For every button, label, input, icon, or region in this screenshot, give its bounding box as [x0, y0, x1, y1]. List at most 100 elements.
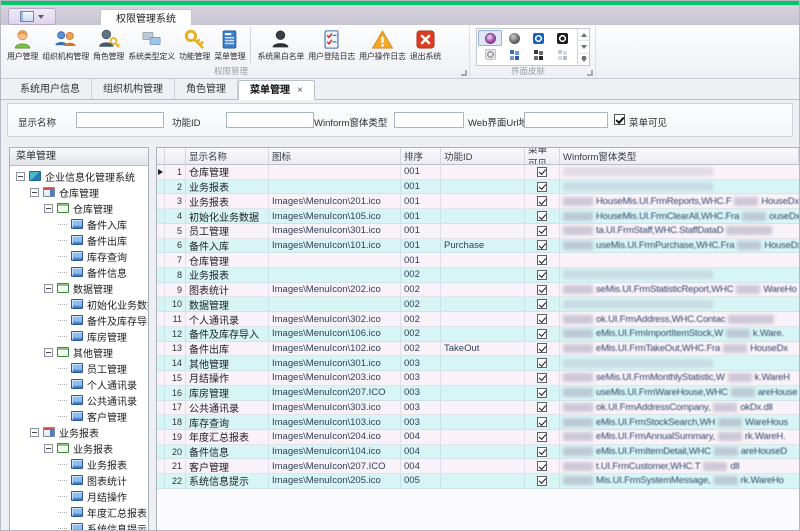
cell-icon-path[interactable]: Images\MenuIcon\207.ICO [269, 385, 401, 400]
cell-sort-order[interactable]: 001 [401, 223, 441, 238]
cell-sort-order[interactable]: 005 [401, 474, 441, 488]
cell-winform-type[interactable] [560, 253, 799, 267]
cell-icon-path[interactable] [269, 179, 401, 194]
tree-node[interactable]: 仓库管理 [10, 200, 148, 216]
cell-display-name[interactable]: 库房管理 [186, 385, 269, 400]
cell-function-id[interactable] [441, 268, 525, 282]
cell-display-name[interactable]: 业务报表 [186, 179, 269, 194]
tree-node[interactable]: 个人通讯录 [10, 376, 148, 392]
cell-winform-type[interactable]: eMis.UI.FrmImportItemStock,W k.Ware. [560, 327, 799, 341]
cell-winform-type[interactable]: HouseMis.UI.FrmClearAll,WHC.Fra ouseDx.d [560, 209, 799, 223]
table-row[interactable]: 2 业务报表 001 [157, 179, 799, 195]
cell-winform-type[interactable] [560, 180, 799, 194]
table-row[interactable]: 9 图表统计 Images\MenuIcon\202.ico 002 seMis… [157, 282, 799, 298]
cell-winform-type[interactable]: eMis.UI.FrmItemDetail,WHC areHouseD [560, 445, 799, 459]
cell-winform-type[interactable]: useMis.UI.FrmWareHouse,WHC areHouse [560, 386, 799, 400]
tree-node[interactable]: 业务报表 [10, 456, 148, 472]
cell-function-id[interactable] [441, 282, 525, 297]
tree-expander-icon[interactable] [16, 171, 25, 181]
ribbon-button[interactable]: 角色管理 [91, 27, 126, 63]
cell-function-id[interactable] [441, 253, 525, 268]
cell-winform-type[interactable] [560, 356, 799, 370]
cell-function-id[interactable] [441, 297, 525, 312]
menu-visible-row-checkbox[interactable] [537, 387, 547, 398]
tree-node[interactable]: 年度汇总报表 [10, 504, 148, 520]
cell-winform-type[interactable]: eMis.UI.FrmStockSearch,WH WareHous [560, 415, 799, 429]
cell-display-name[interactable]: 员工管理 [186, 223, 269, 238]
cell-function-id[interactable] [441, 385, 525, 400]
tree-expander-icon[interactable] [58, 463, 67, 465]
cell-sort-order[interactable]: 001 [401, 179, 441, 194]
ribbon-button[interactable]: 系统黑白名单 [250, 27, 306, 63]
cell-function-id[interactable] [441, 356, 525, 371]
document-tab[interactable]: 系统用户信息 [9, 79, 92, 99]
cell-winform-type[interactable] [560, 165, 799, 179]
cell-sort-order[interactable]: 002 [401, 282, 441, 297]
tree-expander-icon[interactable] [58, 239, 67, 241]
menu-visible-checkbox[interactable] [614, 114, 625, 125]
cell-icon-path[interactable]: Images\MenuIcon\204.ico [269, 429, 401, 444]
skin-swatch[interactable] [502, 46, 526, 62]
table-row[interactable]: 8 业务报表 002 [157, 268, 799, 283]
cell-icon-path[interactable]: Images\MenuIcon\202.ico [269, 282, 401, 297]
cell-sort-order[interactable]: 001 [401, 253, 441, 268]
cell-icon-path[interactable]: Images\MenuIcon\301.ico [269, 223, 401, 238]
cell-function-id[interactable] [441, 429, 525, 444]
cell-winform-type[interactable]: eMis.UI.FrmAnnualSummary, rk.WareH. [560, 430, 799, 444]
tree-node[interactable]: 业务报表 [10, 440, 148, 456]
cell-function-id[interactable] [441, 400, 525, 415]
dialog-launcher-icon[interactable] [461, 70, 467, 76]
tree-expander-icon[interactable] [30, 187, 39, 197]
tree-node[interactable]: 图表统计 [10, 472, 148, 488]
cell-winform-type[interactable] [560, 297, 799, 311]
tree-expander-icon[interactable] [58, 383, 67, 385]
cell-function-id[interactable] [441, 459, 525, 474]
cell-function-id[interactable] [441, 474, 525, 488]
menu-visible-row-checkbox[interactable] [537, 461, 547, 472]
cell-icon-path[interactable] [269, 165, 401, 179]
tree-node[interactable]: 月结操作 [10, 488, 148, 504]
tree-node[interactable]: 备件及库存导入 [10, 312, 148, 328]
tree-node[interactable]: 客户管理 [10, 408, 148, 424]
cell-icon-path[interactable]: Images\MenuIcon\103.ico [269, 415, 401, 429]
table-row[interactable]: 13 备件出库 Images\MenuIcon\102.ico 002 Take… [157, 341, 799, 357]
web-url-input[interactable] [524, 112, 608, 128]
table-row[interactable]: 4 初始化业务数据 Images\MenuIcon\105.ico 001 Ho… [157, 209, 799, 224]
menu-visible-row-checkbox[interactable] [537, 372, 547, 383]
tree-expander-icon[interactable] [58, 255, 67, 257]
ribbon-button[interactable]: 用户操作日志 [357, 27, 408, 63]
cell-display-name[interactable]: 年度汇总报表 [186, 429, 269, 444]
cell-sort-order[interactable]: 002 [401, 326, 441, 341]
function-id-input[interactable] [226, 112, 314, 128]
cell-sort-order[interactable]: 004 [401, 429, 441, 444]
quick-access-toolbar[interactable] [8, 8, 56, 25]
cell-function-id[interactable] [441, 371, 525, 385]
cell-icon-path[interactable] [269, 297, 401, 312]
table-row[interactable]: 21 客户管理 Images\MenuIcon\207.ICO 004 t.UI… [157, 459, 799, 475]
menu-visible-row-checkbox[interactable] [537, 402, 547, 413]
ribbon-button[interactable]: 功能管理 [177, 27, 212, 63]
menu-visible-row-checkbox[interactable] [537, 211, 547, 222]
table-row[interactable]: 6 备件入库 Images\MenuIcon\101.ico 001 Purch… [157, 238, 799, 254]
cell-display-name[interactable]: 系统信息提示 [186, 474, 269, 488]
cell-winform-type[interactable]: seMis.UI.FrmMonthlyStatistic,W k.WareH [560, 371, 799, 385]
menu-visible-row-checkbox[interactable] [537, 328, 547, 339]
tree-node[interactable]: 业务报表 [10, 424, 148, 440]
tree-node[interactable]: 备件入库 [10, 216, 148, 232]
tree-expander-icon[interactable] [44, 347, 53, 357]
cell-display-name[interactable]: 图表统计 [186, 282, 269, 297]
cell-display-name[interactable]: 月结操作 [186, 371, 269, 385]
tree-node[interactable]: 数据管理 [10, 280, 148, 296]
table-row[interactable]: 20 备件信息 Images\MenuIcon\104.ico 004 eMis… [157, 444, 799, 460]
cell-display-name[interactable]: 业务报表 [186, 268, 269, 282]
table-row[interactable]: 10 数据管理 002 [157, 297, 799, 313]
chevron-down-icon[interactable] [38, 14, 44, 19]
cell-function-id[interactable] [441, 194, 525, 209]
cell-icon-path[interactable] [269, 253, 401, 268]
skin-swatch[interactable] [478, 46, 502, 62]
table-row[interactable]: 22 系统信息提示 Images\MenuIcon\205.ico 005 Mi… [157, 474, 799, 489]
cell-sort-order[interactable]: 004 [401, 459, 441, 474]
tree-node[interactable]: 库存查询 [10, 248, 148, 264]
cell-display-name[interactable]: 公共通讯录 [186, 400, 269, 415]
tree-expander-icon[interactable] [58, 511, 67, 513]
